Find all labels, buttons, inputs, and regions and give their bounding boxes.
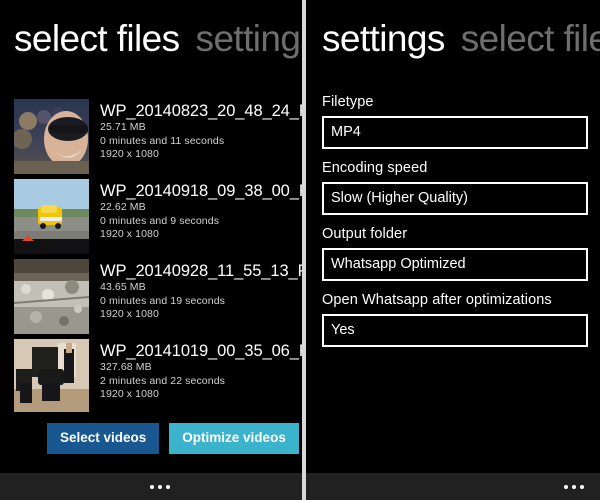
file-name: WP_20140918_09_38_00_Pro.m [100, 182, 302, 200]
app-bar-left [0, 473, 302, 500]
file-duration: 0 minutes and 11 seconds [100, 134, 225, 147]
video-thumbnail [14, 99, 89, 174]
settings-panel: settings select file Filetype Encoding s… [306, 0, 600, 500]
settings-form: Filetype Encoding speed Output folder Op… [322, 93, 588, 357]
ellipsis-icon[interactable] [564, 484, 584, 489]
list-item[interactable]: WP_20140823_20_48_24_Pro.r 25.71 MB 0 mi… [0, 99, 302, 179]
video-thumbnail [14, 179, 89, 254]
field-label: Encoding speed [322, 160, 428, 176]
field-label: Output folder [322, 226, 408, 242]
list-item[interactable]: WP_20141019_00_35_06_Pro.m 327.68 MB 2 m… [0, 339, 302, 412]
file-resolution: 1920 x 1080 [100, 308, 159, 320]
action-button-row: Select videos Optimize videos [47, 423, 299, 454]
ellipsis-icon[interactable] [150, 484, 170, 489]
field-open-whatsapp: Open Whatsapp after optimizations [322, 291, 588, 357]
file-resolution: 1920 x 1080 [100, 148, 159, 160]
tab-select-files[interactable]: select files [14, 18, 180, 61]
video-thumbnail [14, 339, 89, 412]
file-info: WP_20140823_20_48_24_Pro.r 25.71 MB 0 mi… [89, 99, 302, 162]
file-size: 43.65 MB [100, 281, 146, 293]
file-list[interactable]: WP_20140823_20_48_24_Pro.r 25.71 MB 0 mi… [0, 99, 302, 412]
file-size: 22.62 MB [100, 201, 146, 213]
app-screen: select files settings [0, 0, 600, 500]
pivot-header-left: select files settings [14, 18, 302, 61]
field-label: Filetype [322, 94, 374, 110]
file-duration: 0 minutes and 19 seconds [100, 294, 225, 307]
field-output-folder: Output folder [322, 225, 588, 291]
open-whatsapp-input[interactable] [322, 314, 588, 347]
file-name: WP_20140823_20_48_24_Pro.r [100, 102, 302, 120]
field-label: Open Whatsapp after optimizations [322, 292, 552, 308]
filetype-input[interactable] [322, 116, 588, 149]
file-name: WP_20140928_11_55_13_Pro.m [100, 262, 302, 280]
tab-select-files[interactable]: select file [461, 18, 600, 61]
pivot-header-right: settings select file [322, 18, 600, 61]
file-resolution: 1920 x 1080 [100, 388, 159, 400]
app-bar-right [306, 473, 600, 500]
video-thumbnail [14, 259, 89, 334]
tab-settings[interactable]: settings [196, 18, 302, 61]
file-name: WP_20141019_00_35_06_Pro.m [100, 342, 302, 360]
encoding-speed-input[interactable] [322, 182, 588, 215]
select-files-panel: select files settings [0, 0, 302, 500]
file-resolution: 1920 x 1080 [100, 228, 159, 240]
field-filetype: Filetype [322, 93, 588, 159]
list-item[interactable]: WP_20140928_11_55_13_Pro.m 43.65 MB 0 mi… [0, 259, 302, 339]
file-duration: 2 minutes and 22 seconds [100, 374, 225, 387]
file-info: WP_20140928_11_55_13_Pro.m 43.65 MB 0 mi… [89, 259, 302, 322]
file-size: 25.71 MB [100, 121, 146, 133]
file-info: WP_20140918_09_38_00_Pro.m 22.62 MB 0 mi… [89, 179, 302, 242]
file-size: 327.68 MB [100, 361, 152, 373]
field-encoding-speed: Encoding speed [322, 159, 588, 225]
output-folder-input[interactable] [322, 248, 588, 281]
list-item[interactable]: WP_20140918_09_38_00_Pro.m 22.62 MB 0 mi… [0, 179, 302, 259]
file-info: WP_20141019_00_35_06_Pro.m 327.68 MB 2 m… [89, 339, 302, 402]
select-videos-button[interactable]: Select videos [47, 423, 160, 454]
optimize-videos-button[interactable]: Optimize videos [169, 423, 299, 454]
tab-settings[interactable]: settings [322, 18, 445, 61]
file-duration: 0 minutes and 9 seconds [100, 214, 220, 227]
